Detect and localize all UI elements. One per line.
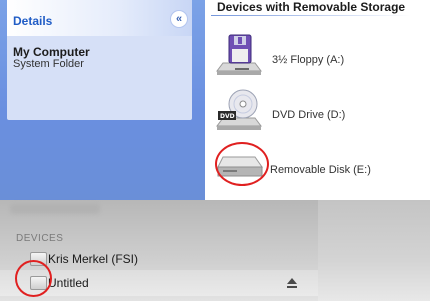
details-header[interactable]: Details « xyxy=(7,0,192,36)
eject-icon[interactable] xyxy=(286,277,298,289)
finder-content-area xyxy=(318,200,430,301)
floppy-drive-icon xyxy=(216,34,262,75)
details-item-type: System Folder xyxy=(13,58,84,70)
group-title: Devices with Removable Storage xyxy=(217,0,406,14)
dvd-drive-icon: DVD xyxy=(216,89,262,130)
drive-label: DVD Drive (D:) xyxy=(272,109,346,121)
sidebar-item-label: Untitled xyxy=(48,276,89,290)
task-pane: Details « My Computer System Folder xyxy=(0,0,205,200)
drive-label: Removable Disk (E:) xyxy=(270,164,371,176)
svg-text:DVD: DVD xyxy=(220,113,235,120)
drive-item-floppy[interactable]: 3½ Floppy (A:) xyxy=(215,33,415,77)
blurred-sidebar-item xyxy=(10,204,100,214)
sidebar-item-label: Kris Merkel (FSI) xyxy=(48,252,138,266)
drive-label: 3½ Floppy (A:) xyxy=(272,54,345,66)
explorer-window: Details « My Computer System Folder Devi… xyxy=(0,0,430,200)
screenshot: Details « My Computer System Folder Devi… xyxy=(0,0,430,301)
annotation-circle xyxy=(215,142,269,186)
details-item-name: My Computer xyxy=(13,45,90,59)
group-header: Devices with Removable Storage xyxy=(205,0,430,16)
finder-window: DEVICES Kris Merkel (FSI) Untitled xyxy=(0,200,430,301)
details-title: Details xyxy=(13,14,53,28)
details-panel: Details « My Computer System Folder xyxy=(7,0,192,120)
annotation-circle xyxy=(15,260,52,297)
group-divider xyxy=(211,15,411,16)
devices-heading: DEVICES xyxy=(16,233,64,244)
collapse-chevron-icon[interactable]: « xyxy=(170,10,188,28)
drive-item-dvd[interactable]: DVD DVD Drive (D:) xyxy=(215,88,415,132)
